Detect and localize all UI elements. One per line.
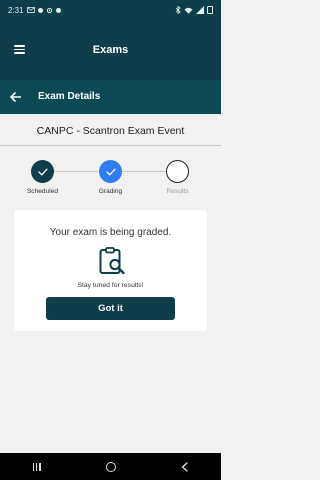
step-label-scheduled: Scheduled	[26, 188, 59, 195]
back-arrow-icon[interactable]	[9, 90, 21, 104]
settings-icon	[46, 7, 52, 13]
step-label-results: Results	[166, 188, 189, 195]
signal-icon	[196, 6, 204, 14]
progress-stepper: Scheduled Grading Results	[0, 158, 221, 198]
status-left: 2:31	[8, 6, 61, 15]
clipboard-search-icon	[98, 246, 126, 276]
system-nav-bar	[0, 453, 221, 480]
menu-icon[interactable]	[14, 45, 25, 54]
step-scheduled-check-icon	[31, 160, 54, 183]
card-heading: Your exam is being graded.	[49, 227, 172, 238]
page-title: Exam Details	[38, 91, 101, 102]
battery-icon	[207, 6, 213, 14]
mail-icon	[26, 7, 35, 13]
got-it-button[interactable]: Got it	[46, 297, 175, 320]
status-bar: 2:31	[0, 0, 221, 20]
status-right	[175, 6, 213, 14]
step-label-grading: Grading	[98, 188, 123, 195]
app-title: Exams	[92, 44, 129, 56]
notification-dot-icon	[37, 7, 43, 13]
divider	[0, 145, 221, 146]
home-icon[interactable]	[105, 461, 116, 472]
wifi-icon	[184, 7, 193, 14]
app-bar: Exams	[0, 20, 221, 80]
step-connector	[54, 171, 98, 172]
recents-icon[interactable]	[32, 462, 41, 471]
status-time: 2:31	[8, 5, 24, 15]
grading-card: Your exam is being graded. Stay tuned fo…	[14, 210, 207, 331]
sub-header: Exam Details	[0, 80, 221, 114]
step-results-circle	[166, 160, 189, 183]
exam-title: CANPC - Scantron Exam Event	[36, 125, 185, 137]
bluetooth-icon	[175, 6, 181, 14]
step-connector	[122, 171, 166, 172]
back-icon[interactable]	[181, 461, 188, 472]
notification-dot-icon	[55, 7, 61, 13]
step-grading-check-icon	[99, 160, 122, 183]
card-subtext: Stay tuned for results!	[77, 282, 144, 289]
